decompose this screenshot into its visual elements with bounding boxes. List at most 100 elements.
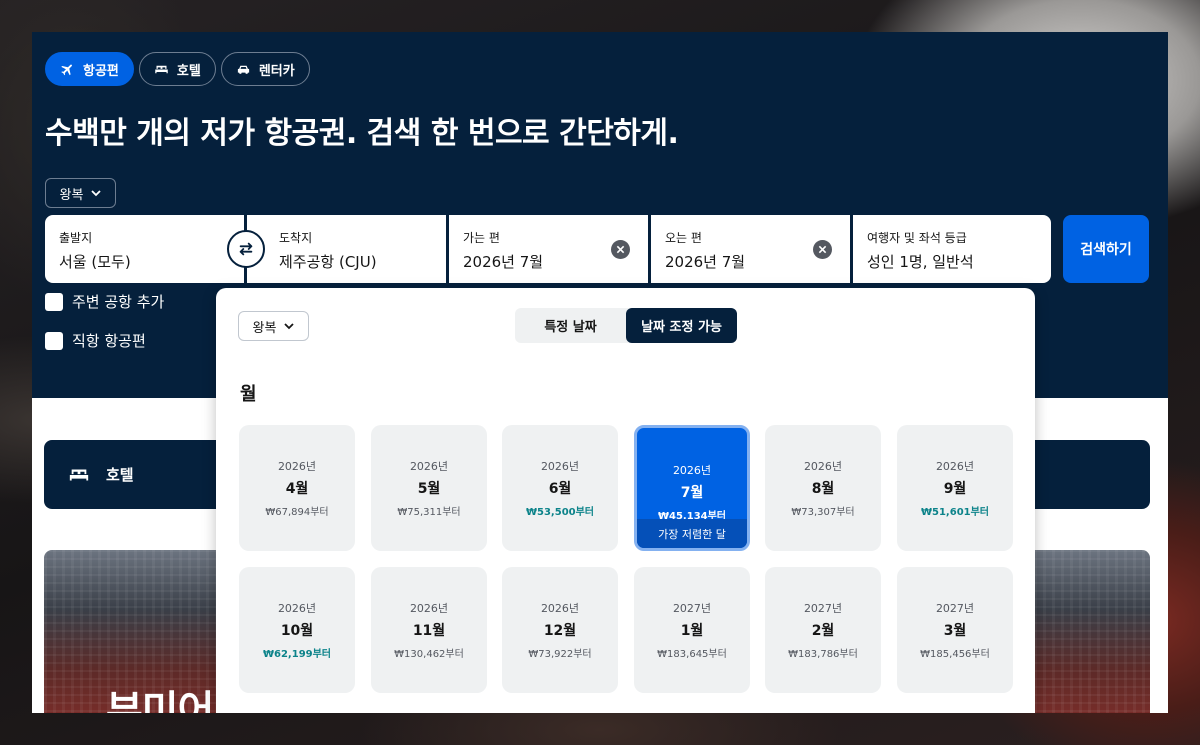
- destination-label: 도착지: [279, 231, 313, 245]
- month-card[interactable]: 2026년 11월 ₩130,462부터: [371, 567, 487, 693]
- month-card-year: 2026년: [540, 602, 580, 615]
- month-card-month: 10월: [280, 623, 314, 639]
- page-headline: 수백만 개의 저가 항공권. 검색 한 번으로 간단하게.: [45, 116, 679, 151]
- popup-trip-type-select[interactable]: 왕복: [238, 311, 309, 341]
- month-card-price: ₩183,645부터: [657, 649, 727, 660]
- tab-hotels[interactable]: 호텔: [138, 52, 216, 86]
- month-card[interactable]: 2027년 1월 ₩183,645부터: [634, 567, 750, 693]
- travellers-value: 성인 1명, 일반석: [867, 253, 974, 271]
- checkbox-box[interactable]: [45, 292, 63, 311]
- bed-icon: [155, 65, 168, 73]
- month-card-year: 2026년: [672, 464, 712, 477]
- plane-icon: [61, 64, 72, 75]
- month-card-month: 4월: [285, 481, 309, 497]
- origin-value: 서울 (모두): [59, 253, 131, 271]
- return-label: 오는 편: [665, 231, 702, 245]
- tab-car-hire[interactable]: 렌터카: [220, 52, 310, 86]
- hotel-card-label: 호텔: [106, 466, 134, 484]
- destination-field[interactable]: 도착지 제주공항 (CJU): [247, 215, 446, 283]
- month-card-price: ₩73,922부터: [528, 649, 592, 660]
- month-card[interactable]: 2026년 4월 ₩67,894부터: [239, 425, 355, 551]
- month-card-year: 2026년: [540, 460, 580, 473]
- car-icon: [237, 65, 249, 74]
- month-card-month: 12월: [543, 623, 577, 639]
- close-icon: [616, 245, 625, 254]
- destination-value: 제주공항 (CJU): [279, 253, 377, 271]
- product-tabs: 항공편 호텔 렌터카: [45, 52, 310, 86]
- month-card-month: 5월: [417, 481, 441, 497]
- popup-trip-type-value: 왕복: [252, 320, 277, 336]
- checkbox-label: 주변 공항 추가: [72, 293, 165, 311]
- trip-type-value: 왕복: [59, 187, 84, 203]
- close-icon: [818, 245, 827, 254]
- month-card-month: 8월: [811, 481, 835, 497]
- month-card-year: 2026년: [277, 602, 317, 615]
- chevron-down-icon: [284, 323, 295, 330]
- month-section-heading: 월: [240, 384, 257, 405]
- trip-type-select[interactable]: 왕복: [45, 178, 116, 208]
- month-card-price: ₩130,462부터: [394, 649, 464, 660]
- month-card[interactable]: 2027년 2월 ₩183,786부터: [765, 567, 881, 693]
- checkbox-label: 직항 항공편: [72, 332, 146, 350]
- month-card[interactable]: 2026년 8월 ₩73,307부터: [765, 425, 881, 551]
- month-card[interactable]: 2027년 3월 ₩185,456부터: [897, 567, 1013, 693]
- month-card-month: 7월: [680, 485, 704, 501]
- month-card-month: 1월: [680, 623, 704, 639]
- date-mode-toggle: 특정 날짜 날짜 조정 가능: [515, 308, 737, 343]
- swap-airports-button[interactable]: [227, 230, 265, 268]
- month-card-year: 2027년: [672, 602, 712, 615]
- nearby-airports-checkbox[interactable]: 주변 공항 추가: [45, 291, 164, 312]
- month-card[interactable]: 2026년 12월 ₩73,922부터: [502, 567, 618, 693]
- promo-text: 부미어: [106, 688, 214, 713]
- month-card-year: 2026년: [409, 602, 449, 615]
- chevron-down-icon: [91, 190, 102, 197]
- return-value: 2026년 7월: [665, 253, 746, 271]
- month-card[interactable]: 2026년 9월 ₩51,601부터: [897, 425, 1013, 551]
- month-card-year: 2026년: [803, 460, 843, 473]
- month-card-price: ₩75,311부터: [397, 507, 461, 518]
- month-card-price: ₩62,199부터: [262, 649, 332, 660]
- tab-label: 호텔: [176, 63, 201, 79]
- month-card-price: ₩51,601부터: [920, 507, 990, 518]
- month-card-year: 2026년: [935, 460, 975, 473]
- month-card[interactable]: 2026년 5월 ₩75,311부터: [371, 425, 487, 551]
- month-card[interactable]: 2026년 6월 ₩53,500부터: [502, 425, 618, 551]
- return-date-field[interactable]: 오는 편 2026년 7월: [651, 215, 850, 283]
- month-card-month: 3월: [943, 623, 967, 639]
- date-picker-popup: 왕복 특정 날짜 날짜 조정 가능 월 2026년 4월 ₩67,894부터 2026…: [216, 288, 1035, 713]
- month-card-month: 2월: [811, 623, 835, 639]
- flexible-dates-option[interactable]: 날짜 조정 가능: [626, 308, 737, 343]
- tab-flights[interactable]: 항공편: [45, 52, 134, 86]
- month-card-year: 2026년: [409, 460, 449, 473]
- direct-flights-checkbox[interactable]: 직항 항공편: [45, 330, 146, 351]
- month-card-price: ₩73,307부터: [791, 507, 855, 518]
- month-card-year: 2027년: [935, 602, 975, 615]
- month-card-year: 2027년: [803, 602, 843, 615]
- clear-depart-button[interactable]: [611, 240, 630, 259]
- origin-label: 출발지: [59, 231, 93, 245]
- swap-icon: [239, 242, 253, 256]
- month-card-price: ₩183,786부터: [788, 649, 858, 660]
- search-button[interactable]: 검색하기: [1063, 215, 1149, 283]
- checkbox-box[interactable]: [45, 331, 63, 350]
- travellers-label: 여행자 및 좌석 등급: [867, 231, 967, 245]
- specific-dates-option[interactable]: 특정 날짜: [515, 308, 626, 343]
- clear-return-button[interactable]: [813, 240, 832, 259]
- month-card[interactable]: 2026년 7월 ₩45,134부터 가장 저렴한 달: [634, 425, 750, 551]
- origin-field[interactable]: 출발지 서울 (모두): [45, 215, 244, 283]
- month-card-year: 2026년: [277, 460, 317, 473]
- depart-value: 2026년 7월: [463, 253, 544, 271]
- depart-label: 가는 편: [463, 231, 500, 245]
- app-window: 항공편 호텔 렌터카 수백만 개의 저가 항공권. 검색 한 번으로 간단하게.…: [32, 32, 1168, 713]
- cheapest-month-badge: 가장 저렴한 달: [637, 519, 747, 548]
- bed-icon: [69, 469, 89, 480]
- depart-date-field[interactable]: 가는 편 2026년 7월: [449, 215, 648, 283]
- month-card-price: ₩185,456부터: [920, 649, 990, 660]
- month-card[interactable]: 2026년 10월 ₩62,199부터: [239, 567, 355, 693]
- month-card-month: 11월: [412, 623, 446, 639]
- month-card-month: 6월: [548, 481, 572, 497]
- tab-label: 항공편: [83, 63, 119, 79]
- month-card-price: ₩53,500부터: [525, 507, 595, 518]
- tab-label: 렌터카: [258, 63, 295, 79]
- travellers-field[interactable]: 여행자 및 좌석 등급 성인 1명, 일반석: [853, 215, 1051, 283]
